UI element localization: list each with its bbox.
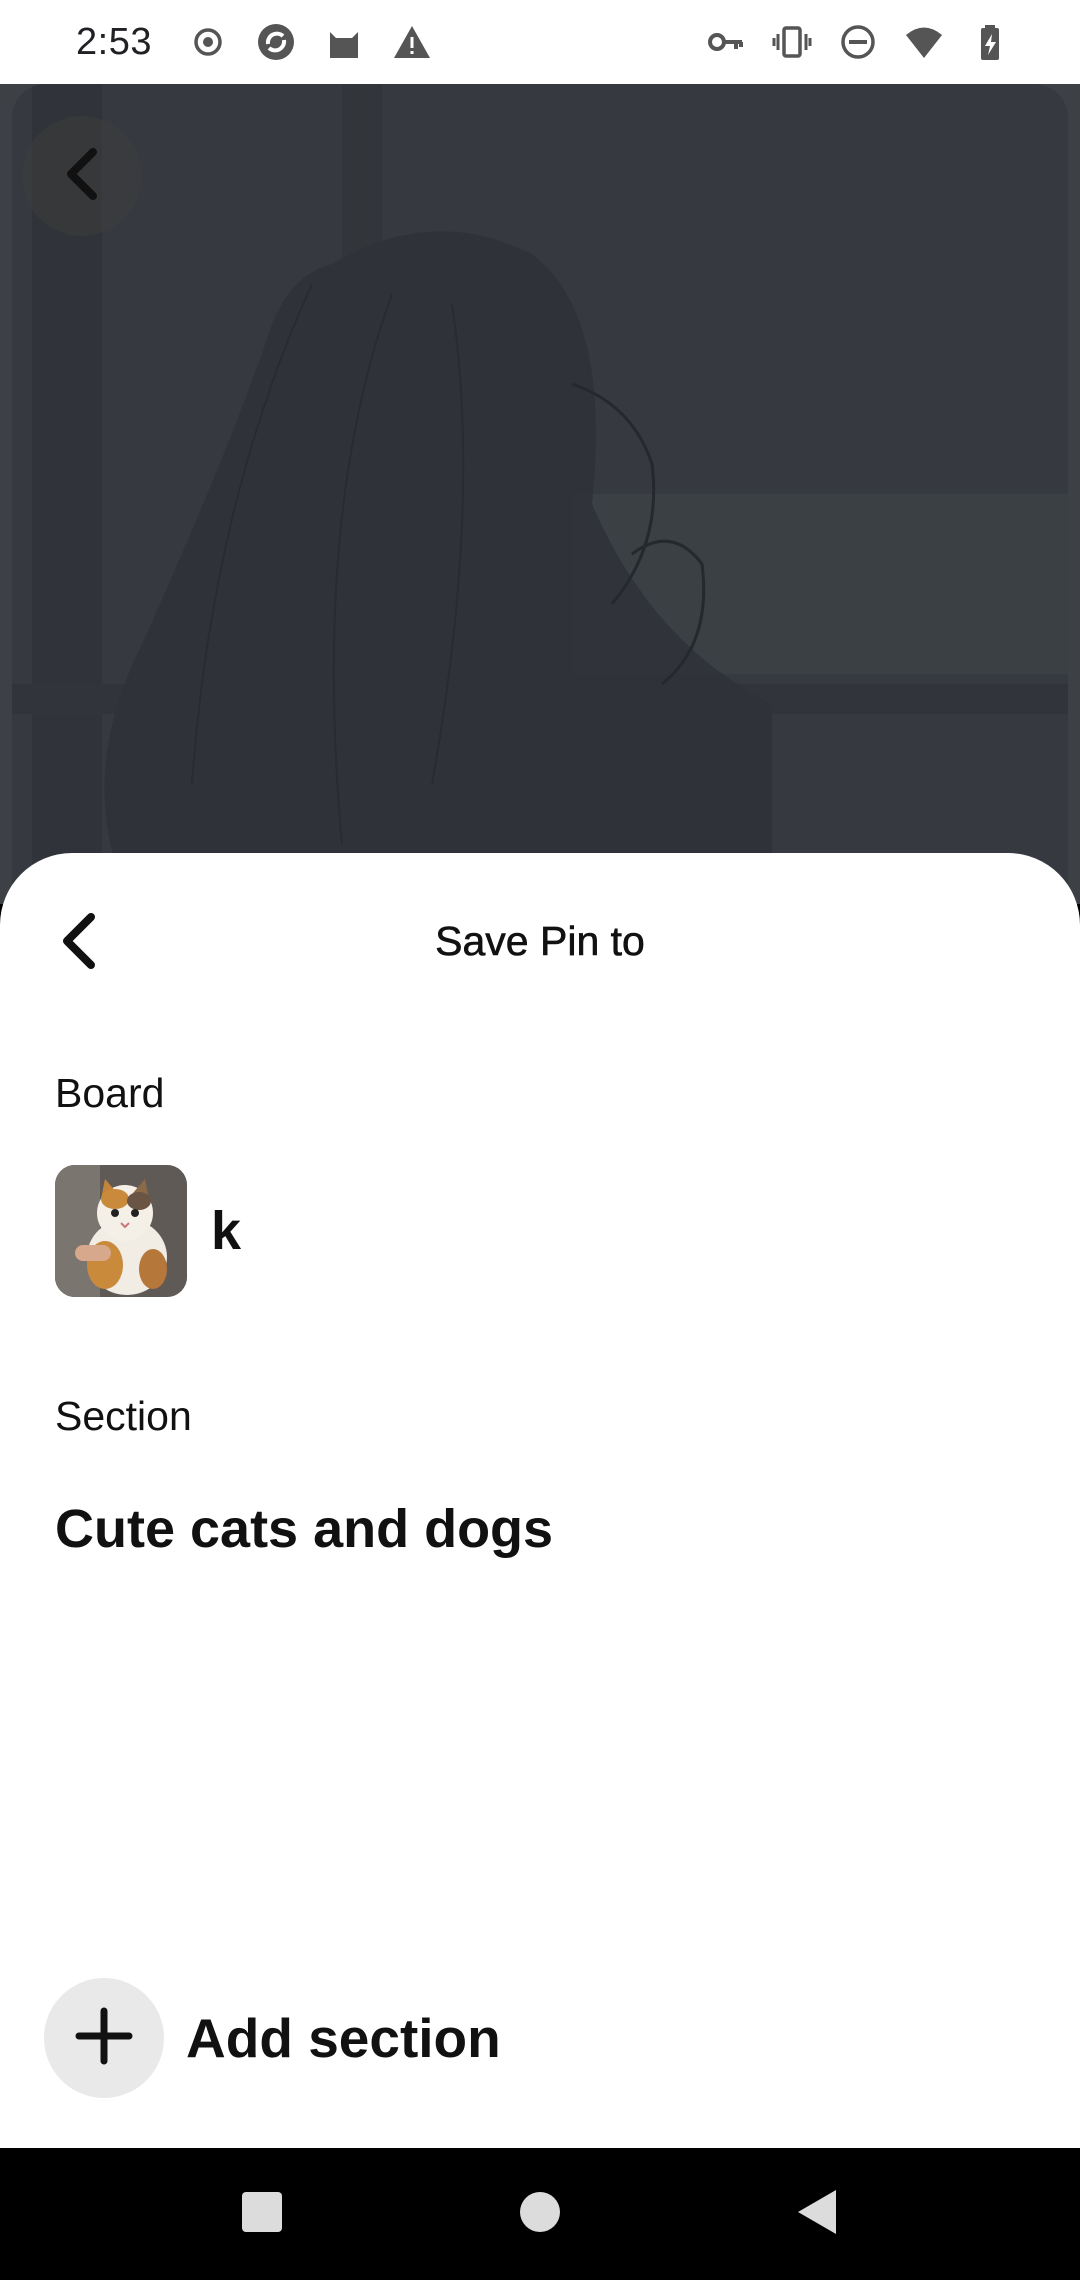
cat-icon: [324, 22, 364, 62]
section-label: Section: [55, 1393, 192, 1439]
pin-background: [0, 84, 1080, 904]
status-right: [706, 22, 1010, 62]
pin-scrim: [12, 84, 1068, 904]
circle-icon: [518, 2190, 562, 2239]
status-time: 2:53: [76, 20, 152, 63]
navigation-bar: [0, 2148, 1080, 2280]
pin-back-button[interactable]: [22, 116, 142, 236]
wifi-icon: [904, 22, 944, 62]
battery-icon: [970, 22, 1010, 62]
recents-button[interactable]: [232, 2184, 292, 2244]
board-name: k: [211, 1201, 242, 1261]
chevron-left-icon: [57, 144, 107, 209]
sheet-header: Save Pin to: [0, 853, 1080, 1033]
back-button[interactable]: [786, 2184, 846, 2244]
warning-icon: [392, 22, 432, 62]
board-label: Board: [55, 1070, 165, 1116]
home-button[interactable]: [510, 2184, 570, 2244]
record-icon: [188, 22, 228, 62]
square-icon: [240, 2190, 284, 2239]
key-icon: [706, 22, 746, 62]
add-section-button[interactable]: Add section: [44, 1978, 501, 2098]
triangle-back-icon: [794, 2188, 838, 2241]
save-pin-sheet: Save Pin to Board k Section Cute cats an…: [0, 853, 1080, 2148]
add-section-label: Add section: [186, 2007, 501, 2069]
status-bar: 2:53: [0, 0, 1080, 84]
plus-icon: [74, 2006, 134, 2071]
sync-icon: [256, 22, 296, 62]
dnd-icon: [838, 22, 878, 62]
status-left: 2:53: [76, 21, 432, 64]
vibrate-icon: [772, 22, 812, 62]
sheet-title: Save Pin to: [435, 918, 645, 965]
board-item[interactable]: k: [55, 1165, 241, 1297]
section-item[interactable]: Cute cats and dogs: [55, 1498, 553, 1560]
pin-image: [12, 84, 1068, 904]
board-thumbnail: [55, 1165, 187, 1297]
add-circle: [44, 1978, 164, 2098]
